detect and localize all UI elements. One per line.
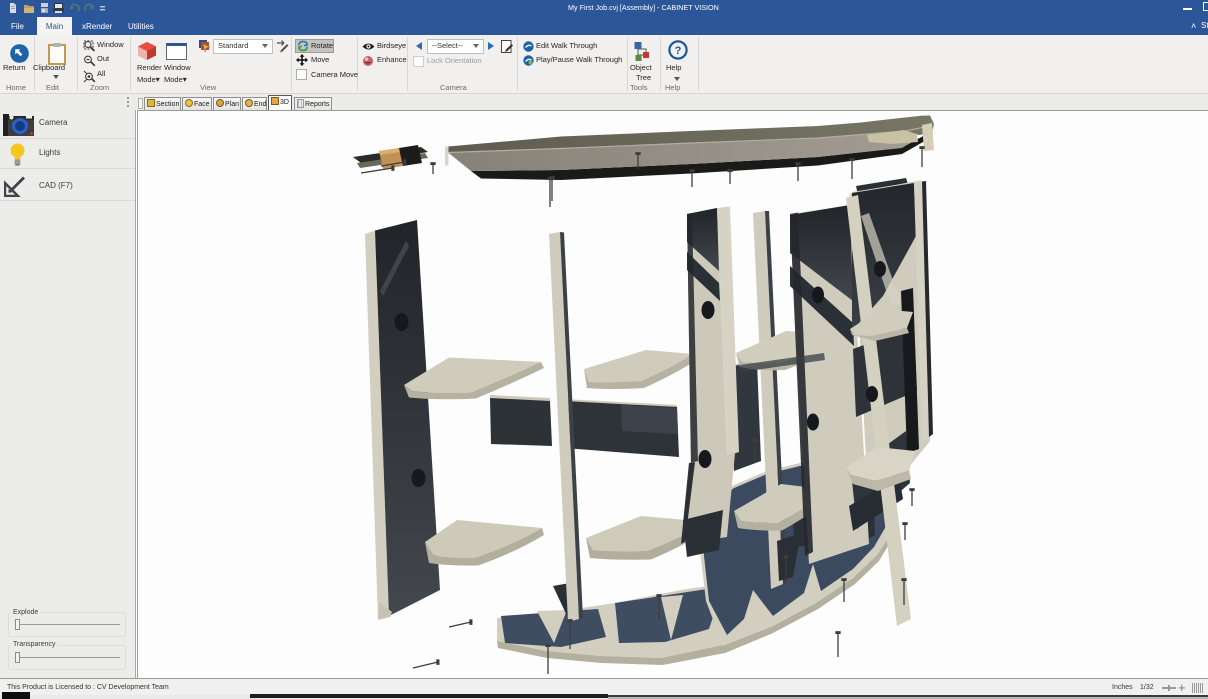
svg-text:?: ?: [675, 45, 682, 57]
